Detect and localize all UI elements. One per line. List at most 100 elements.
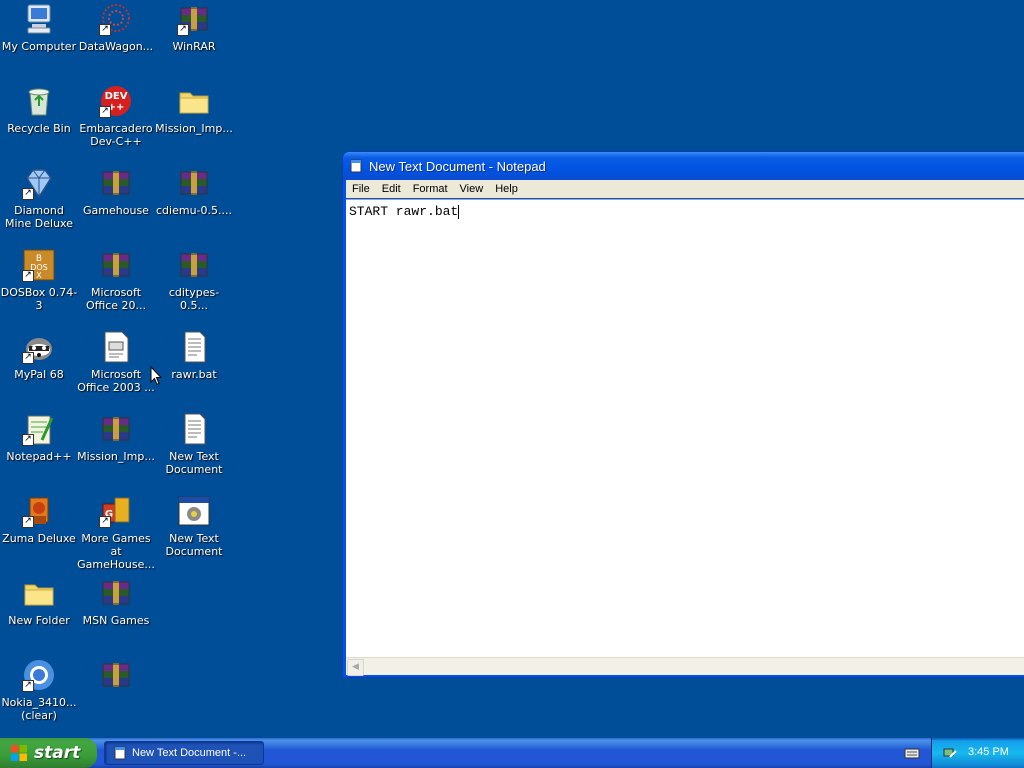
notepad-titlebar[interactable]: New Text Document - Notepad bbox=[343, 152, 1024, 180]
shortcut-arrow-icon: ↗ bbox=[99, 24, 111, 36]
dev-cpp-icon: DEV ++ ↗ bbox=[99, 84, 133, 118]
desktop-icon-nokia-archive[interactable] bbox=[77, 658, 155, 696]
desktop-icon-new-text-document-1[interactable]: New Text Document bbox=[155, 412, 233, 476]
desktop-icon-label: Mission_Imp... bbox=[155, 122, 233, 135]
network-icon[interactable] bbox=[942, 745, 958, 761]
taskbar: start New Text Document -... 3:45 PM bbox=[0, 738, 1024, 768]
desktop-icon-label: Zuma Deluxe bbox=[2, 532, 76, 545]
desktop-icon-new-text-document-2[interactable]: New Text Document bbox=[155, 494, 233, 558]
desktop-icon-mypal[interactable]: ↗ MyPal 68 bbox=[0, 330, 78, 381]
editor-content: START rawr.bat bbox=[349, 204, 459, 219]
desktop-icon-dosbox[interactable]: B DOS X ↗ DOSBox 0.74-3 bbox=[0, 248, 78, 312]
scroll-left-icon[interactable]: ◀ bbox=[347, 659, 364, 676]
desktop-icon-label: Recycle Bin bbox=[7, 122, 71, 135]
winrar-archive-icon bbox=[177, 248, 211, 282]
notepad-plus-plus-icon: ↗ bbox=[22, 412, 56, 446]
desktop-icon-label: Nokia_3410... (clear) bbox=[1, 696, 77, 722]
recycle-bin-icon bbox=[22, 84, 56, 118]
text-editor[interactable]: START rawr.bat bbox=[346, 199, 1024, 658]
desktop-icon-label: New Text Document bbox=[165, 450, 223, 476]
menu-edit[interactable]: Edit bbox=[376, 183, 407, 195]
shortcut-arrow-icon: ↗ bbox=[22, 680, 34, 692]
winrar-archive-icon bbox=[99, 166, 133, 200]
desktop-icon-gamehouse[interactable]: Gamehouse bbox=[77, 166, 155, 217]
desktop-icon-label: More Games at GameHouse... bbox=[77, 532, 155, 571]
shortcut-arrow-icon: ↗ bbox=[99, 106, 111, 118]
mypal-icon: ↗ bbox=[22, 330, 56, 364]
desktop-icon-recycle-bin[interactable]: Recycle Bin bbox=[0, 84, 78, 135]
document-icon bbox=[99, 330, 133, 364]
notepad-window[interactable]: New Text Document - Notepad File Edit Fo… bbox=[342, 151, 1024, 678]
desktop-icon-new-folder[interactable]: New Folder bbox=[0, 576, 78, 627]
winrar-icon: ↗ bbox=[177, 2, 211, 36]
folder-icon bbox=[177, 84, 211, 118]
notepad-icon bbox=[350, 159, 362, 173]
desktop-icon-label: Microsoft Office 20... bbox=[85, 286, 147, 312]
start-button[interactable]: start bbox=[0, 738, 97, 768]
mouse-cursor-icon bbox=[150, 366, 162, 386]
diamond-icon: ↗ bbox=[22, 166, 56, 200]
desktop-icon-label: New Folder bbox=[8, 614, 70, 627]
winrar-archive-icon bbox=[177, 166, 211, 200]
taskbar-button-label: New Text Document -... bbox=[132, 747, 247, 759]
desktop-icon-my-computer[interactable]: My Computer bbox=[0, 2, 78, 53]
desktop-icon-label: cdiemu-0.5.... bbox=[156, 204, 232, 217]
menu-view[interactable]: View bbox=[454, 183, 490, 195]
text-file-icon bbox=[177, 412, 211, 446]
shortcut-arrow-icon: ↗ bbox=[22, 516, 34, 528]
desktop-icon-label: DataWagon... bbox=[78, 40, 154, 53]
desktop-icon-winrar[interactable]: ↗ WinRAR bbox=[155, 2, 233, 53]
desktop-icon-ms-office-archive[interactable]: Microsoft Office 20... bbox=[77, 248, 155, 312]
batch-file-icon bbox=[177, 330, 211, 364]
desktop-icon-label: Notepad++ bbox=[6, 450, 72, 463]
desktop-icon-label: Mission_Imp... bbox=[77, 450, 155, 463]
desktop-icon-ms-office-2003[interactable]: Microsoft Office 2003 ... bbox=[77, 330, 155, 394]
chromium-icon: ↗ bbox=[22, 658, 56, 692]
shortcut-arrow-icon: ↗ bbox=[22, 188, 34, 200]
desktop-icon-zuma[interactable]: ↗ Zuma Deluxe bbox=[0, 494, 78, 545]
desktop-icon-label: My Computer bbox=[1, 40, 77, 53]
desktop-icon-label: MyPal 68 bbox=[14, 368, 64, 381]
clock[interactable]: 3:45 PM bbox=[968, 746, 1009, 758]
desktop-icon-dev-cpp[interactable]: DEV ++ ↗ Embarcadero Dev-C++ bbox=[77, 84, 155, 148]
desktop-icon-label: Microsoft Office 2003 ... bbox=[77, 368, 155, 394]
gamehouse-icon: G ↗ bbox=[99, 494, 133, 528]
menubar: File Edit Format View Help bbox=[346, 180, 1024, 198]
desktop-icon-notepad-plus-plus[interactable]: ↗ Notepad++ bbox=[0, 412, 78, 463]
desktop-icon-rawr-bat[interactable]: rawr.bat bbox=[155, 330, 233, 381]
desktop-icon-label: Diamond Mine Deluxe bbox=[5, 204, 73, 230]
desktop-icon-label: rawr.bat bbox=[171, 368, 217, 381]
dosbox-icon: B DOS X ↗ bbox=[22, 248, 56, 282]
desktop-icon-label: MSN Games bbox=[82, 614, 150, 627]
desktop-icon-chromium[interactable]: ↗ Nokia_3410... (clear) bbox=[0, 658, 78, 722]
horizontal-scrollbar[interactable]: ◀ bbox=[346, 657, 1024, 676]
shortcut-arrow-icon: ↗ bbox=[22, 270, 34, 282]
desktop-icon-diamond-mine[interactable]: ↗ Diamond Mine Deluxe bbox=[0, 166, 78, 230]
desktop-icon-label: WinRAR bbox=[172, 40, 216, 53]
winrar-archive-icon bbox=[99, 248, 133, 282]
desktop-icon-label: DOSBox 0.74-3 bbox=[0, 286, 78, 312]
winrar-archive-icon bbox=[99, 576, 133, 610]
desktop-icon-cditypes[interactable]: cditypes-0.5... bbox=[155, 248, 233, 312]
window-title: New Text Document - Notepad bbox=[369, 158, 546, 174]
taskbar-button-notepad[interactable]: New Text Document -... bbox=[104, 741, 264, 765]
settings-window-icon bbox=[177, 494, 211, 528]
shortcut-arrow-icon: ↗ bbox=[22, 352, 34, 364]
desktop-icon-cdiemu[interactable]: cdiemu-0.5.... bbox=[155, 166, 233, 217]
desktop-icon-msn-games[interactable]: MSN Games bbox=[77, 576, 155, 627]
winrar-archive-icon bbox=[99, 412, 133, 446]
desktop-icon-more-games[interactable]: G ↗ More Games at GameHouse... bbox=[77, 494, 155, 571]
menu-file[interactable]: File bbox=[346, 183, 376, 195]
text-caret bbox=[458, 205, 460, 219]
desktop-icon-label: cditypes-0.5... bbox=[168, 286, 220, 312]
keyboard-icon[interactable] bbox=[904, 746, 920, 760]
desktop-icon-mission-imp-archive[interactable]: Mission_Imp... bbox=[77, 412, 155, 463]
svg-text:DEV: DEV bbox=[105, 91, 128, 102]
menu-help[interactable]: Help bbox=[489, 183, 524, 195]
desktop-icon-mission-imp-folder[interactable]: Mission_Imp... bbox=[155, 84, 233, 135]
desktop-icon-datawagon[interactable]: ↗ DataWagon... bbox=[77, 2, 155, 53]
zuma-icon: ↗ bbox=[22, 494, 56, 528]
shortcut-arrow-icon: ↗ bbox=[22, 434, 34, 446]
menu-format[interactable]: Format bbox=[407, 183, 454, 195]
svg-text:X: X bbox=[36, 271, 42, 280]
